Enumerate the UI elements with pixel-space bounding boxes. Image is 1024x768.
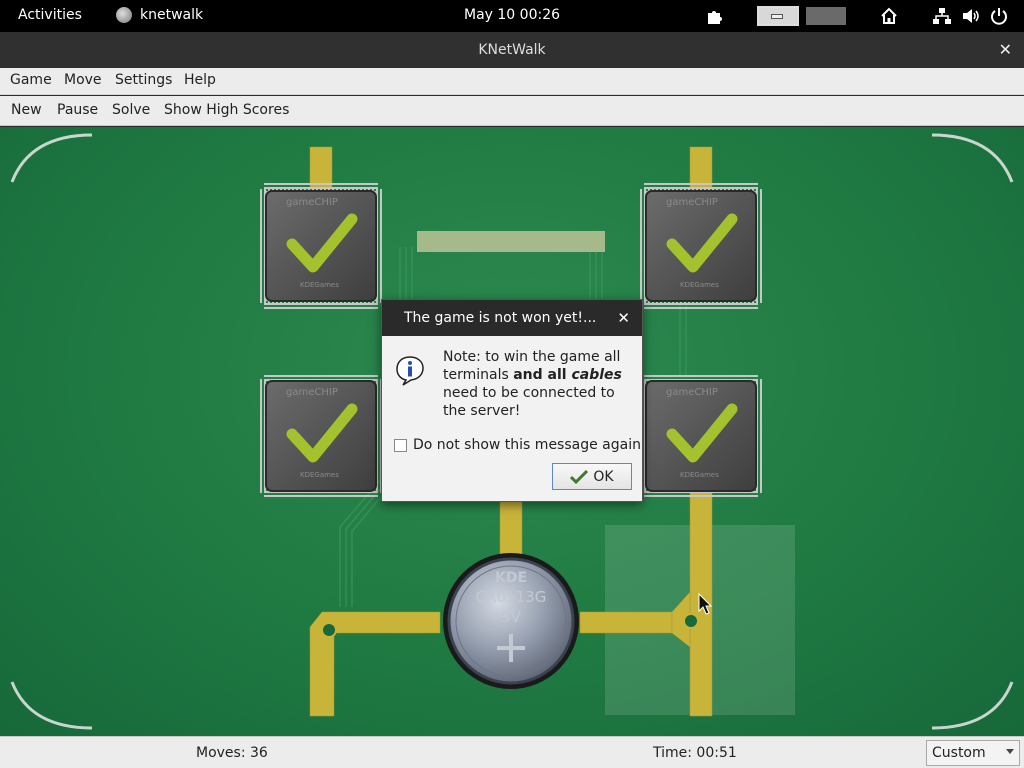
chip-label: gameCHIP [666, 197, 718, 208]
checkbox-box[interactable] [394, 438, 407, 452]
ok-check-icon [570, 469, 589, 484]
game-not-won-dialog: The game is not won yet!... ✕ Note: to w… [381, 299, 643, 502]
cable-via-right [683, 613, 699, 629]
chip-maker-label: KDEGames [680, 281, 719, 289]
menu-help[interactable]: Help [184, 72, 216, 88]
corner-bracket-bottom-right [931, 681, 1014, 730]
chip-maker-label: KDEGames [300, 281, 339, 289]
menu-bar: Game Move Settings Help [0, 68, 1024, 95]
gnome-top-bar: Activities knetwalk May 10 00:26 [0, 0, 1024, 32]
knetwalk-app-icon [116, 7, 132, 23]
dialog-message-suffix: need to be connected to the server! [443, 385, 615, 419]
server-label-line-1: KDE [495, 570, 527, 586]
toolbar: New Pause Solve Show High Scores [0, 96, 1024, 126]
solve-button[interactable]: Solve [112, 102, 150, 118]
do-not-show-again-checkbox[interactable]: Do not show this message again [394, 437, 641, 453]
puzzle-extension-icon[interactable] [705, 6, 725, 26]
network-wired-icon[interactable] [933, 7, 951, 25]
dialog-title: The game is not won yet!... [404, 310, 597, 326]
terminal-chip-mid-right[interactable]: gameCHIP KDEGames [638, 373, 764, 499]
dialog-close-icon[interactable]: ✕ [617, 300, 630, 336]
menu-game[interactable]: Game [10, 72, 52, 88]
home-icon[interactable] [879, 6, 899, 26]
workspace-2-indicator[interactable] [806, 7, 846, 25]
server-battery[interactable]: KDE CR0113G 3V [443, 553, 579, 689]
terminal-chip-top-right[interactable]: gameCHIP KDEGames [638, 183, 764, 309]
dialog-title-bar: The game is not won yet!... ✕ [382, 300, 642, 336]
corner-bracket-top-right [931, 133, 1014, 183]
corner-bracket-top-left [10, 133, 93, 183]
window-title: KNetWalk [478, 42, 546, 58]
menu-move[interactable]: Move [64, 72, 102, 88]
time-counter: Time: 00:51 [653, 745, 737, 761]
dialog-message-bold-italic: cables [571, 367, 622, 383]
chip-maker-label: KDEGames [300, 471, 339, 479]
terminal-chip-mid-left[interactable]: gameCHIP KDEGames [258, 373, 384, 499]
ok-button-label: OK [593, 468, 614, 485]
ok-button[interactable]: OK [552, 463, 632, 490]
chip-label: gameCHIP [286, 387, 338, 398]
corner-bracket-bottom-left [10, 681, 93, 730]
app-menu-label: knetwalk [140, 7, 204, 23]
server-label-line-3: 3V [501, 608, 522, 626]
menu-settings[interactable]: Settings [115, 72, 172, 88]
cable-via-left [321, 622, 337, 638]
chevron-down-icon [1006, 749, 1014, 754]
window-close-icon[interactable]: ✕ [999, 32, 1012, 68]
window-title-bar: KNetWalk ✕ [0, 32, 1024, 68]
chip-maker-label: KDEGames [680, 471, 719, 479]
volume-icon[interactable] [961, 7, 981, 25]
status-bar: Moves: 36 Time: 00:51 Custom [0, 736, 1024, 768]
difficulty-value: Custom [932, 745, 986, 761]
app-menu-button[interactable]: knetwalk [116, 7, 203, 23]
checkbox-label: Do not show this message again [413, 437, 641, 453]
information-icon [396, 356, 424, 386]
chip-label: gameCHIP [666, 387, 718, 398]
pause-button[interactable]: Pause [57, 102, 98, 118]
chip-label: gameCHIP [286, 197, 338, 208]
server-label-line-2: CR0113G [476, 588, 547, 606]
activities-button[interactable]: Activities [18, 7, 82, 23]
workspace-1-indicator[interactable] [757, 6, 799, 26]
clock-button[interactable]: May 10 00:26 [464, 7, 560, 23]
show-high-scores-button[interactable]: Show High Scores [164, 102, 289, 118]
dialog-message: Note: to win the game all terminals and … [443, 348, 638, 420]
dialog-message-bold: and all [513, 367, 572, 383]
power-icon[interactable] [989, 6, 1009, 26]
moves-counter: Moves: 36 [196, 745, 268, 761]
terminal-chip-top-left[interactable]: gameCHIP KDEGames [258, 183, 384, 309]
new-game-button[interactable]: New [11, 102, 42, 118]
difficulty-select[interactable]: Custom [926, 740, 1020, 766]
